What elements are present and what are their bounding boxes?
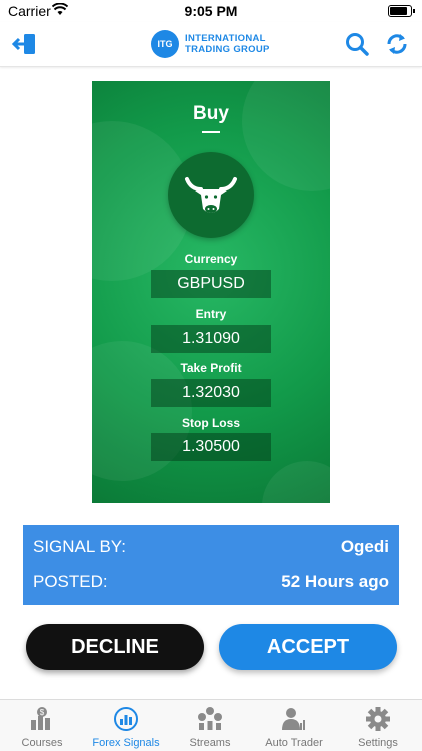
battery-icon bbox=[388, 5, 415, 17]
entry-value: 1.31090 bbox=[151, 325, 271, 353]
logo-line2: TRADING GROUP bbox=[185, 44, 270, 55]
streams-icon bbox=[198, 707, 222, 730]
gear-icon bbox=[366, 707, 390, 731]
status-time: 9:05 PM bbox=[184, 3, 238, 19]
posted-value: 52 Hours ago bbox=[281, 572, 389, 591]
decline-button[interactable]: DECLINE bbox=[26, 624, 204, 670]
tab-forex-signals[interactable]: Forex Signals bbox=[84, 700, 168, 751]
bull-icon bbox=[185, 177, 237, 213]
logout-icon[interactable] bbox=[12, 31, 38, 57]
take-profit-value: 1.32030 bbox=[151, 379, 271, 407]
tab-label: Settings bbox=[358, 737, 398, 749]
auto-trader-icon bbox=[282, 708, 305, 730]
search-icon[interactable] bbox=[344, 31, 370, 57]
take-profit-label: Take Profit bbox=[180, 361, 242, 375]
entry-label: Entry bbox=[195, 307, 227, 321]
signal-by-row: SIGNAL BY: Ogedi bbox=[33, 537, 389, 561]
battery-level bbox=[390, 7, 407, 15]
signal-info-panel: SIGNAL BY: Ogedi POSTED: 52 Hours ago bbox=[23, 525, 399, 605]
tab-label: Forex Signals bbox=[92, 737, 160, 749]
svg-text:$: $ bbox=[40, 708, 45, 717]
accept-button[interactable]: ACCEPT bbox=[219, 624, 397, 670]
logo-line1: INTERNATIONAL bbox=[185, 33, 266, 44]
currency-value: GBPUSD bbox=[151, 270, 271, 298]
status-bar: Carrier 9:05 PM bbox=[0, 0, 422, 22]
card-bubble bbox=[242, 81, 330, 191]
stop-loss-label: Stop Loss bbox=[181, 416, 240, 430]
stop-loss-value: 1.30500 bbox=[151, 433, 271, 461]
card-bubble bbox=[262, 461, 330, 503]
signal-direction: Buy bbox=[193, 103, 229, 124]
tab-label: Streams bbox=[189, 737, 231, 749]
refresh-icon[interactable] bbox=[384, 31, 410, 57]
bottom-tab-bar: $ Courses Forex Signals Streams Auto Tra… bbox=[0, 699, 422, 751]
signal-by-value: Ogedi bbox=[340, 537, 389, 556]
tab-label: Auto Trader bbox=[265, 737, 323, 749]
signal-by-label: SIGNAL BY: bbox=[33, 537, 126, 556]
forex-signals-icon bbox=[114, 707, 138, 731]
tab-settings[interactable]: Settings bbox=[336, 700, 420, 751]
tab-streams[interactable]: Streams bbox=[168, 700, 252, 751]
tab-courses[interactable]: $ Courses bbox=[0, 700, 84, 751]
posted-row: POSTED: 52 Hours ago bbox=[33, 572, 389, 596]
logo-mark: ITG bbox=[151, 30, 179, 58]
currency-label: Currency bbox=[184, 252, 238, 266]
top-navbar: ITG INTERNATIONAL TRADING GROUP bbox=[0, 22, 422, 67]
tab-label: Courses bbox=[21, 737, 63, 749]
title-underline bbox=[202, 131, 220, 133]
app-logo: ITG INTERNATIONAL TRADING GROUP bbox=[151, 29, 270, 59]
posted-label: POSTED: bbox=[33, 572, 108, 591]
signal-card: Buy Currency GBPUSD Entry 1.31090 Take P… bbox=[92, 81, 330, 503]
courses-icon: $ bbox=[31, 707, 50, 730]
tab-auto-trader[interactable]: Auto Trader bbox=[252, 700, 336, 751]
bull-badge bbox=[168, 152, 254, 238]
